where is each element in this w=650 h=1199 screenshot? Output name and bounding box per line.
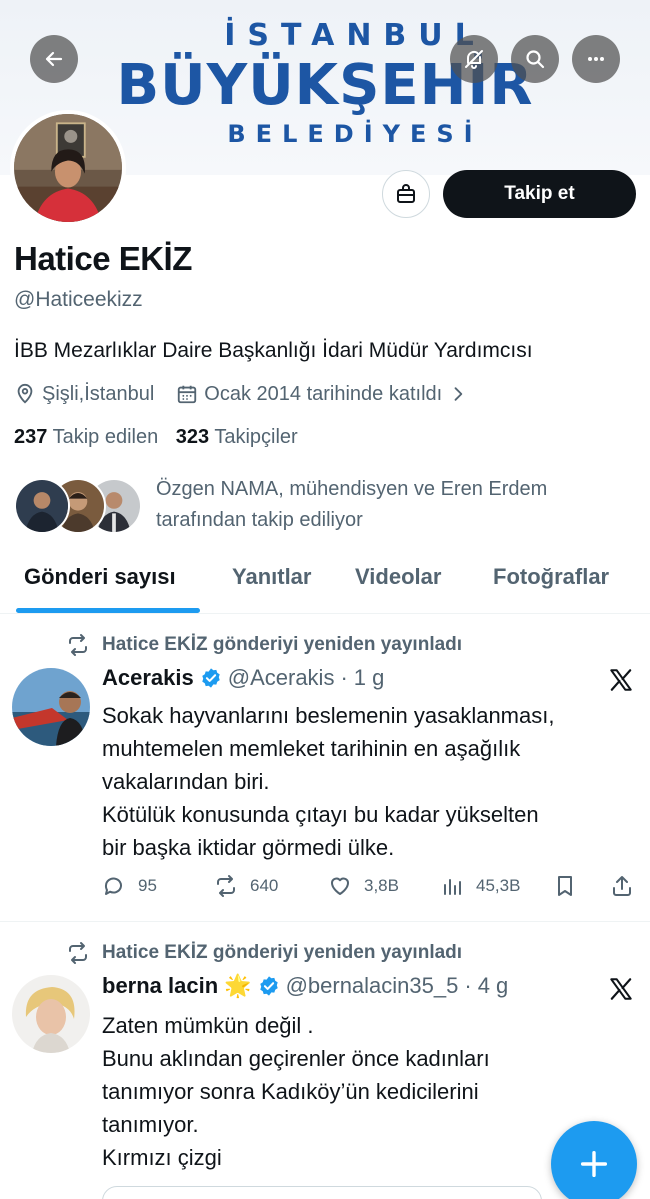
repost-label: Hatice EKİZ gönderiyi yeniden yayınladı xyxy=(102,942,463,963)
repost-button[interactable]: 640 xyxy=(214,874,278,898)
views-button[interactable]: 45,3B xyxy=(440,874,520,898)
calendar-icon xyxy=(178,385,197,404)
search-button[interactable] xyxy=(511,35,559,83)
like-button[interactable]: 3,8B xyxy=(328,874,399,898)
view-count: 45,3B xyxy=(476,876,521,895)
location: Şişli,İstanbul xyxy=(14,383,154,406)
post-author-avatar[interactable] xyxy=(12,668,90,746)
share-icon xyxy=(613,876,631,896)
bookmark-icon xyxy=(558,876,572,896)
post-text-line: tanımıyor sonra Kadıköy’ün kedicilerini xyxy=(102,1079,479,1104)
post-time: 4 g xyxy=(477,973,509,998)
joined-text: Ocak 2014 tarihinde katıldı xyxy=(204,382,443,405)
repost-icon xyxy=(69,942,87,964)
gift-icon xyxy=(397,184,415,203)
verified-badge-icon xyxy=(259,976,278,996)
reply-icon xyxy=(104,877,122,895)
follow-button[interactable]: Takip et xyxy=(443,170,636,218)
bookmark-button[interactable] xyxy=(553,874,577,898)
joined-date[interactable]: Ocak 2014 tarihinde katıldı xyxy=(176,383,468,406)
profile-meta: Şişli,İstanbul Ocak 2014 tarihinde katıl… xyxy=(14,380,468,408)
compose-post-button[interactable] xyxy=(551,1121,637,1199)
tab-photos[interactable]: Fotoğraflar xyxy=(493,564,609,590)
post-text-line: tanımıyor. xyxy=(102,1112,199,1137)
post-author-handle[interactable]: @bernalacin35_5 xyxy=(286,973,459,999)
repost-count: 640 xyxy=(250,876,279,895)
post-divider xyxy=(0,921,650,922)
heart-icon xyxy=(331,877,349,895)
search-icon xyxy=(526,50,545,69)
repost-icon xyxy=(217,875,235,897)
location-text: Şişli,İstanbul xyxy=(42,382,155,405)
follow-stats: 237 Takip edilen 323 Takipçiler xyxy=(14,426,298,449)
post-author-avatar[interactable] xyxy=(12,975,90,1053)
followed-by-avatars[interactable] xyxy=(14,478,144,536)
followers-link[interactable]: 323 Takipçiler xyxy=(176,426,298,448)
more-horizontal-icon xyxy=(588,57,604,61)
post-text-line: Sokak hayvanlarını beslemenin yasaklanma… xyxy=(102,703,555,728)
back-button[interactable] xyxy=(30,35,78,83)
post-header: Acerakis @Acerakis · 1 g xyxy=(102,665,384,691)
profile-avatar[interactable] xyxy=(10,110,126,226)
following-link[interactable]: 237 Takip edilen xyxy=(14,426,158,448)
reply-button[interactable]: 95 xyxy=(102,874,157,898)
following-count: 237 xyxy=(14,426,48,448)
arrow-left-icon xyxy=(45,51,63,67)
post-author-name[interactable]: berna lacin xyxy=(102,973,218,999)
post-text-line: vakalarından biri. xyxy=(102,769,270,794)
tab-replies[interactable]: Yanıtlar xyxy=(232,564,311,590)
analytics-icon xyxy=(444,879,461,895)
post-author-handle[interactable]: @Acerakis xyxy=(228,665,335,691)
post-text-line: muhtemelen memleket tarihinin en aşağılı… xyxy=(102,736,521,761)
bell-off-icon xyxy=(465,50,483,69)
x-logo-icon[interactable] xyxy=(608,976,634,1002)
more-button[interactable] xyxy=(572,35,620,83)
post-time: 1 g xyxy=(353,665,385,690)
share-button[interactable] xyxy=(610,874,634,898)
post-text-line: Kötülük konusunda çıtayı bu kadar yüksel… xyxy=(102,802,539,827)
tab-videos[interactable]: Videolar xyxy=(355,564,441,590)
followed-by-line2: tarafından takip ediliyor xyxy=(156,509,363,531)
post-author-name[interactable]: Acerakis xyxy=(102,665,194,691)
profile-photo xyxy=(14,114,122,222)
verified-badge-icon xyxy=(202,668,220,688)
followed-by-text[interactable]: Özgen NAMA, mühendisyen ve Eren Erdem ta… xyxy=(156,474,636,536)
post-text-line: bir başka iktidar görmedi ülke. xyxy=(102,835,395,860)
following-label: Takip edilen xyxy=(52,426,159,448)
post-actions: 95 640 3,8B 45,3B xyxy=(102,874,642,904)
repost-indicator: Hatice EKİZ gönderiyi yeniden yayınladı xyxy=(66,633,462,657)
tab-posts[interactable]: Gönderi sayısı xyxy=(24,564,176,590)
post-separator: · xyxy=(464,973,472,998)
mute-button[interactable] xyxy=(450,35,498,83)
profile-handle: @Haticeekizz xyxy=(14,288,143,311)
post-text-line: Zaten mümkün değil . xyxy=(102,1013,314,1038)
post-separator: · xyxy=(340,665,348,690)
post-text[interactable]: Sokak hayvanlarını beslemenin yasaklanma… xyxy=(102,699,637,864)
chevron-right-icon xyxy=(454,387,463,401)
post-media-preview[interactable] xyxy=(102,1186,542,1199)
location-pin-icon xyxy=(17,383,33,404)
post-header: berna lacin 🌟 @bernalacin35_5 · 4 g xyxy=(102,973,508,999)
followed-by-line1: Özgen NAMA, mühendisyen ve Eren Erdem xyxy=(156,478,548,500)
repost-label: Hatice EKİZ gönderiyi yeniden yayınladı xyxy=(102,634,463,655)
profile-display-name: Hatice EKİZ xyxy=(14,240,192,277)
profile-bio: İBB Mezarlıklar Daire Başkanlığı İdari M… xyxy=(14,339,533,362)
follower-avatar xyxy=(14,478,70,534)
x-logo-icon[interactable] xyxy=(608,667,634,693)
followers-label: Takipçiler xyxy=(214,426,298,448)
active-tab-indicator xyxy=(16,608,200,613)
repost-icon xyxy=(69,634,87,656)
reply-count: 95 xyxy=(138,876,157,895)
like-count: 3,8B xyxy=(364,876,399,895)
plus-icon xyxy=(580,1150,608,1178)
profile-tabs: Gönderi sayısı Yanıtlar Videolar Fotoğra… xyxy=(0,556,650,614)
repost-indicator: Hatice EKİZ gönderiyi yeniden yayınladı xyxy=(66,941,462,965)
post-author-emoji: 🌟 xyxy=(224,973,252,998)
gift-button[interactable] xyxy=(382,170,430,218)
followers-count: 323 xyxy=(175,426,210,448)
post-text-line: Bunu aklından geçirenler önce kadınları xyxy=(102,1046,490,1071)
